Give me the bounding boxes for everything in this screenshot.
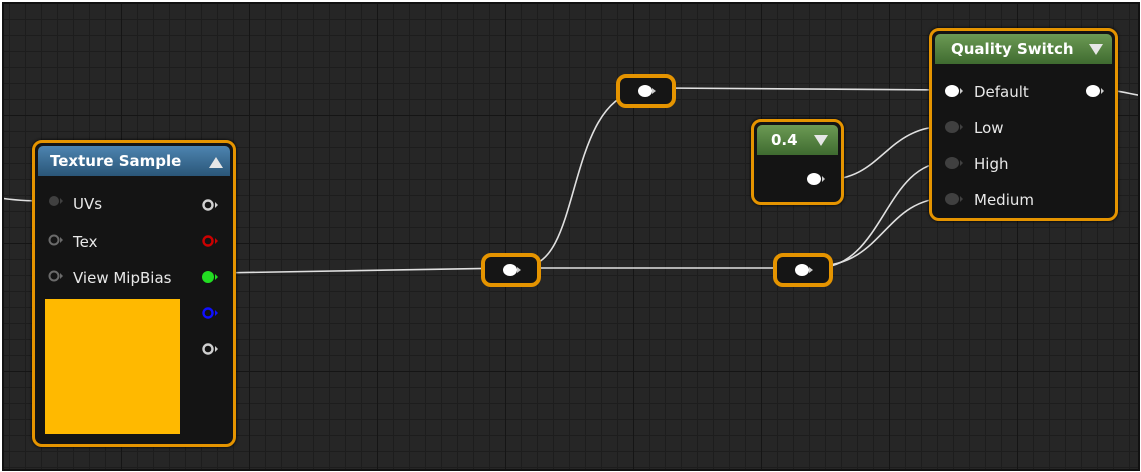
output-b-pin-icon[interactable] xyxy=(201,306,219,320)
input-medium-label: Medium xyxy=(974,191,1034,209)
reroute-pin-icon[interactable] xyxy=(795,264,809,276)
wire-reroute-up[interactable] xyxy=(524,89,647,267)
texture-sample-title: Texture Sample xyxy=(50,152,182,170)
reroute-node[interactable] xyxy=(773,253,833,287)
constant-output-pin-icon[interactable] xyxy=(806,172,826,186)
output-pin-icon[interactable] xyxy=(1085,84,1105,98)
wire-mipbias-to-reroute[interactable] xyxy=(216,267,513,274)
pin-icon[interactable] xyxy=(47,233,63,247)
reroute-pin-icon[interactable] xyxy=(503,264,517,276)
output-a-pin-icon[interactable] xyxy=(201,342,219,356)
texture-sample-header[interactable]: Texture Sample xyxy=(38,146,230,176)
reroute-arrow-icon xyxy=(517,267,521,273)
wire-reroute-to-default[interactable] xyxy=(658,87,949,91)
input-tex-label: Tex xyxy=(73,233,98,251)
constant-value: 0.4 xyxy=(771,131,798,149)
constant-node[interactable]: 0.4 xyxy=(751,119,844,205)
input-default-label: Default xyxy=(974,83,1029,101)
output-rgb-pin-icon[interactable] xyxy=(201,198,219,212)
quality-switch-title: Quality Switch xyxy=(951,40,1074,58)
texture-sample-node[interactable]: Texture Sample UVs Tex View MipBias xyxy=(32,140,236,447)
triangle-down-icon[interactable] xyxy=(814,135,828,146)
reroute-pin-icon[interactable] xyxy=(638,85,652,97)
reroute-node[interactable] xyxy=(616,74,676,108)
pin-icon[interactable] xyxy=(944,84,964,98)
output-r-pin-icon[interactable] xyxy=(201,234,219,248)
pin-icon[interactable] xyxy=(944,120,964,134)
reroute-arrow-icon xyxy=(652,88,656,94)
texture-preview xyxy=(45,299,180,434)
input-uvs-label: UVs xyxy=(73,195,103,213)
material-graph-canvas[interactable]: Texture Sample UVs Tex View MipBias 0.4 … xyxy=(2,2,1140,471)
pin-icon[interactable] xyxy=(944,192,964,206)
pin-icon[interactable] xyxy=(944,156,964,170)
input-low-label: Low xyxy=(974,119,1004,137)
quality-switch-node[interactable]: Quality Switch Default Low High Medium xyxy=(929,28,1118,221)
input-view-mipbias-label: View MipBias xyxy=(73,269,172,287)
input-high-label: High xyxy=(974,155,1009,173)
pin-icon[interactable] xyxy=(47,269,63,283)
output-g-pin-icon[interactable] xyxy=(201,270,219,284)
triangle-up-icon[interactable] xyxy=(209,157,223,168)
quality-switch-header[interactable]: Quality Switch xyxy=(935,34,1112,64)
reroute-arrow-icon xyxy=(809,267,813,273)
pin-icon[interactable] xyxy=(47,194,63,208)
reroute-node[interactable] xyxy=(481,253,541,287)
triangle-down-icon[interactable] xyxy=(1089,44,1103,55)
